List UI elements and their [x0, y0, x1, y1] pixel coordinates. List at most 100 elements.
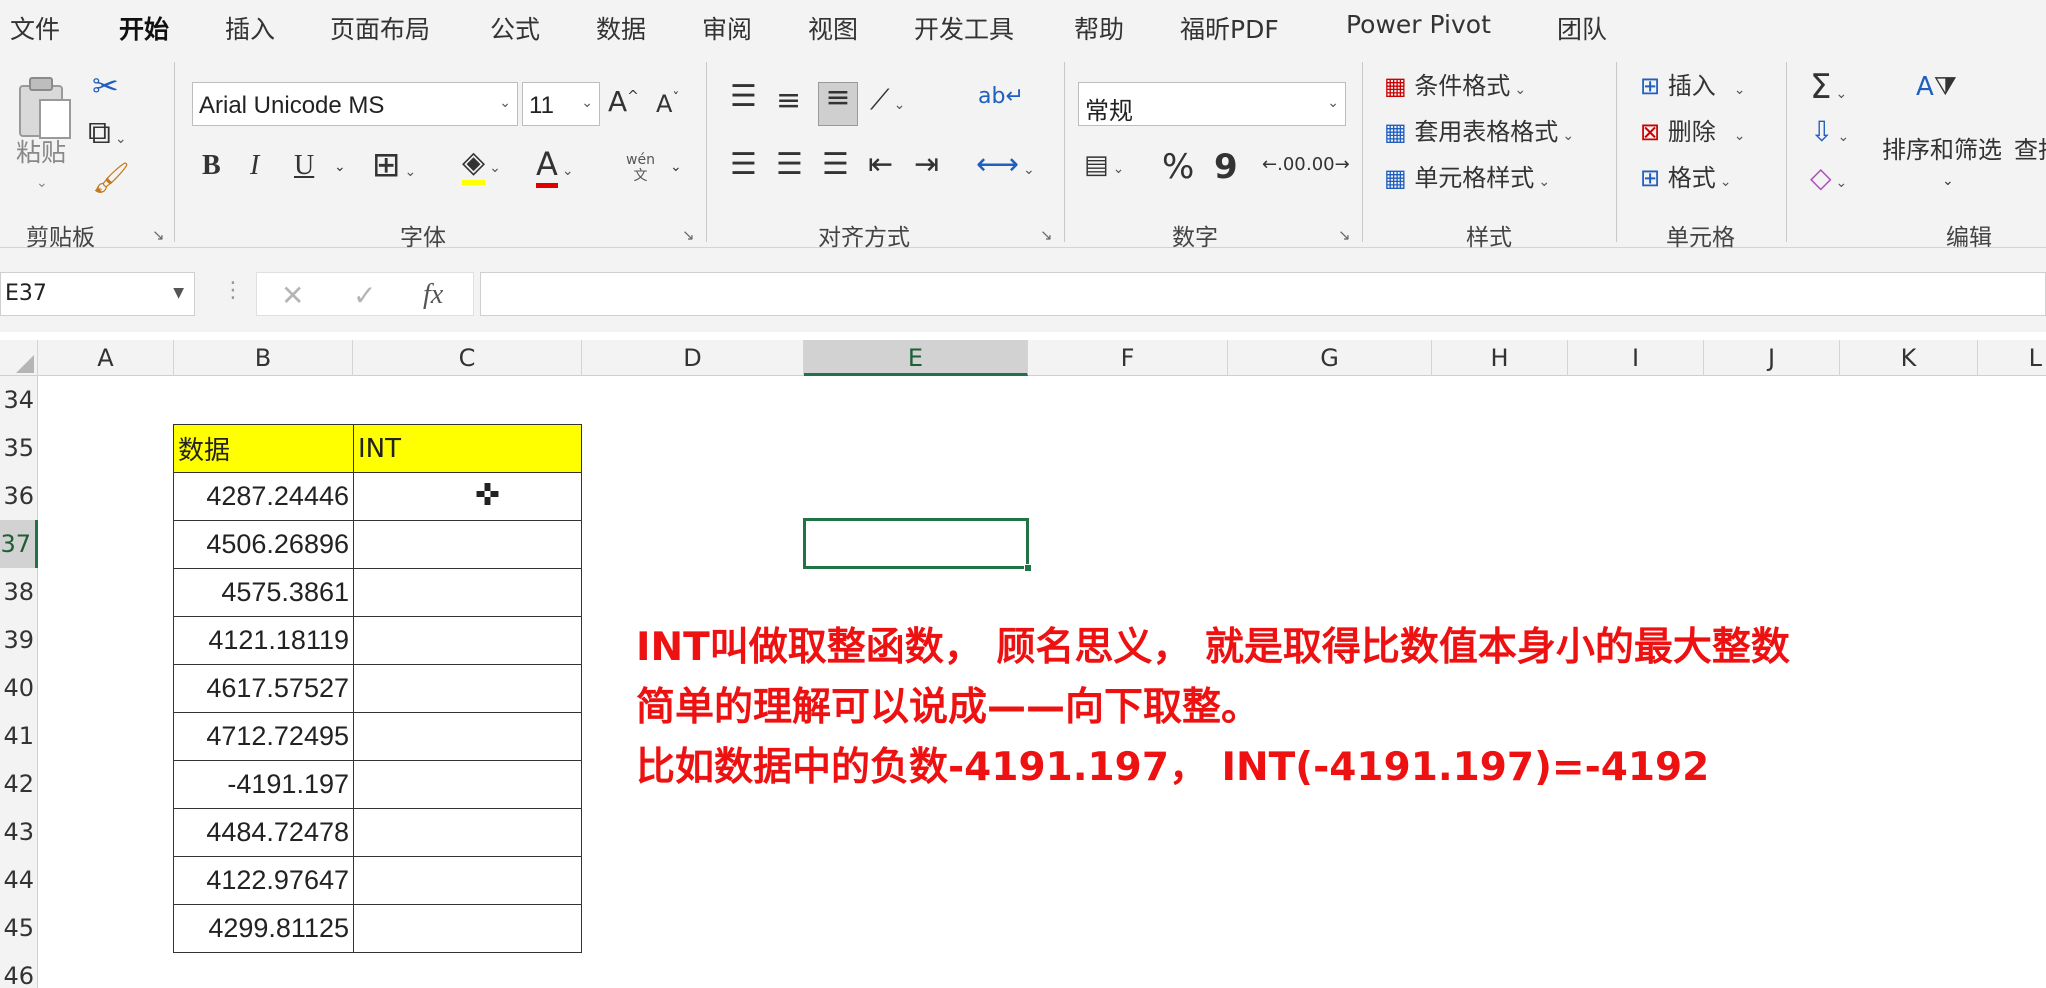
borders-button[interactable]: ⊞ ⌄	[372, 148, 416, 182]
int-cell[interactable]	[353, 760, 582, 809]
column-header-c[interactable]: C	[353, 340, 582, 376]
column-header-k[interactable]: K	[1840, 340, 1978, 376]
clipboard-launcher-icon[interactable]: ↘	[152, 226, 165, 244]
align-right-icon[interactable]: ☰	[822, 150, 849, 180]
row-header-37[interactable]: 37	[0, 520, 38, 568]
column-header-j[interactable]: J	[1704, 340, 1840, 376]
int-cell[interactable]	[353, 904, 582, 953]
font-launcher-icon[interactable]: ↘	[682, 226, 695, 244]
row-header-41[interactable]: 41	[0, 712, 38, 760]
increase-indent-icon[interactable]: ⇥	[914, 150, 939, 180]
data-cell[interactable]: 4712.72495	[173, 712, 354, 761]
number-launcher-icon[interactable]: ↘	[1338, 226, 1351, 244]
delete-cells-button[interactable]: ⊠ 删除 ⌄	[1640, 120, 1745, 144]
row-header-39[interactable]: 39	[0, 616, 38, 664]
fill-button[interactable]: ⇩ ⌄	[1810, 118, 1849, 146]
wrap-text-icon[interactable]: ab↵	[978, 86, 1024, 108]
number-format-select[interactable]: 常规 ⌄	[1078, 82, 1346, 126]
active-cell-e37[interactable]	[803, 518, 1029, 569]
bold-button[interactable]: B	[202, 152, 221, 180]
int-cell[interactable]	[353, 808, 582, 857]
column-header-i[interactable]: I	[1568, 340, 1704, 376]
align-middle-icon[interactable]: ≡	[776, 86, 801, 116]
align-top-icon[interactable]: ☰	[730, 82, 757, 112]
align-bottom-icon[interactable]: ≡	[818, 82, 858, 126]
tab-home[interactable]: 开始	[119, 10, 170, 56]
underline-button[interactable]: U	[294, 152, 314, 180]
row-header-42[interactable]: 42	[0, 760, 38, 808]
tab-view[interactable]: 视图	[808, 10, 858, 46]
format-as-table-button[interactable]: ▦ 套用表格格式 ⌄	[1384, 120, 1574, 144]
tab-power-pivot[interactable]: Power Pivot	[1346, 10, 1491, 39]
insert-cells-button[interactable]: ⊞ 插入 ⌄	[1640, 74, 1745, 98]
tab-foxit-pdf[interactable]: 福昕PDF	[1180, 10, 1279, 46]
column-header-b[interactable]: B	[174, 340, 353, 376]
font-color-button[interactable]: A ⌄	[536, 145, 574, 188]
row-header-44[interactable]: 44	[0, 856, 38, 904]
conditional-format-button[interactable]: ▦ 条件格式 ⌄	[1384, 74, 1526, 98]
alignment-launcher-icon[interactable]: ↘	[1040, 226, 1053, 244]
font-size-select[interactable]: 11 ⌄	[522, 82, 600, 126]
select-all-button[interactable]	[0, 340, 38, 376]
find-select-button[interactable]: 查找	[2014, 138, 2046, 162]
fill-handle[interactable]	[1024, 564, 1032, 572]
cut-icon[interactable]: ✂	[92, 70, 119, 102]
column-header-f[interactable]: F	[1028, 340, 1228, 376]
cancel-icon[interactable]: ✕	[281, 279, 304, 312]
sort-filter-dropdown-icon[interactable]: ⌄	[1942, 174, 1954, 188]
align-left-icon[interactable]: ☰	[730, 150, 757, 180]
decrease-decimal-button[interactable]: .00→	[1306, 156, 1350, 174]
tab-page-layout[interactable]: 页面布局	[330, 10, 430, 46]
paste-button[interactable]	[16, 72, 74, 142]
column-header-d[interactable]: D	[582, 340, 804, 376]
format-painter-icon[interactable]: 🖌	[92, 164, 130, 194]
accounting-format-button[interactable]: ▤ ⌄	[1084, 152, 1124, 178]
data-cell[interactable]: 4506.26896	[173, 520, 354, 569]
int-cell[interactable]	[353, 856, 582, 905]
align-center-icon[interactable]: ☰	[776, 150, 803, 180]
tab-file[interactable]: 文件	[10, 10, 60, 46]
column-header-h[interactable]: H	[1432, 340, 1568, 376]
decrease-indent-icon[interactable]: ⇤	[868, 150, 893, 180]
data-cell[interactable]: -4191.197	[173, 760, 354, 809]
tab-help[interactable]: 帮助	[1074, 10, 1124, 46]
data-cell[interactable]: 4121.18119	[173, 616, 354, 665]
fill-color-button[interactable]: ◈ ⌄	[462, 145, 501, 185]
data-cell[interactable]: 4575.3861	[173, 568, 354, 617]
tab-insert[interactable]: 插入	[225, 10, 275, 46]
data-cell[interactable]: 4122.97647	[173, 856, 354, 905]
data-cell[interactable]: 4299.81125	[173, 904, 354, 953]
sort-filter-button[interactable]: 排序和筛选	[1882, 138, 2002, 162]
row-header-35[interactable]: 35	[0, 424, 38, 472]
header-cell-data[interactable]: 数据	[173, 424, 354, 473]
row-header-43[interactable]: 43	[0, 808, 38, 856]
int-cell[interactable]	[353, 568, 582, 617]
clear-button[interactable]: ◇ ⌄	[1810, 164, 1847, 192]
int-cell[interactable]	[353, 520, 582, 569]
column-header-g[interactable]: G	[1228, 340, 1432, 376]
tab-formulas[interactable]: 公式	[490, 10, 540, 46]
sort-filter-icon[interactable]: A⧩	[1916, 74, 1957, 100]
column-header-a[interactable]: A	[38, 340, 174, 376]
header-cell-int[interactable]: INT	[353, 424, 582, 473]
tab-developer[interactable]: 开发工具	[914, 10, 1014, 46]
int-cell[interactable]	[353, 616, 582, 665]
int-cell[interactable]	[353, 712, 582, 761]
data-cell[interactable]: 4617.57527	[173, 664, 354, 713]
paste-dropdown-icon[interactable]: ⌄	[36, 176, 48, 190]
shrink-font-button[interactable]: Aˇ	[656, 92, 679, 116]
column-header-l[interactable]: L	[1978, 340, 2046, 376]
tab-team[interactable]: 团队	[1557, 10, 1607, 46]
data-cell[interactable]: 4287.24446	[173, 472, 354, 521]
font-name-select[interactable]: Arial Unicode MS ⌄	[192, 82, 518, 126]
italic-button[interactable]: I	[250, 152, 259, 180]
format-cells-button[interactable]: ⊞ 格式 ⌄	[1640, 166, 1731, 190]
tab-data[interactable]: 数据	[596, 10, 646, 46]
row-header-45[interactable]: 45	[0, 904, 38, 952]
int-cell[interactable]	[353, 664, 582, 713]
grow-font-button[interactable]: A^	[608, 88, 639, 116]
row-header-36[interactable]: 36	[0, 472, 38, 520]
row-header-34[interactable]: 34	[0, 376, 38, 424]
data-cell[interactable]: 4484.72478	[173, 808, 354, 857]
underline-dropdown-icon[interactable]: ⌄	[334, 160, 346, 174]
